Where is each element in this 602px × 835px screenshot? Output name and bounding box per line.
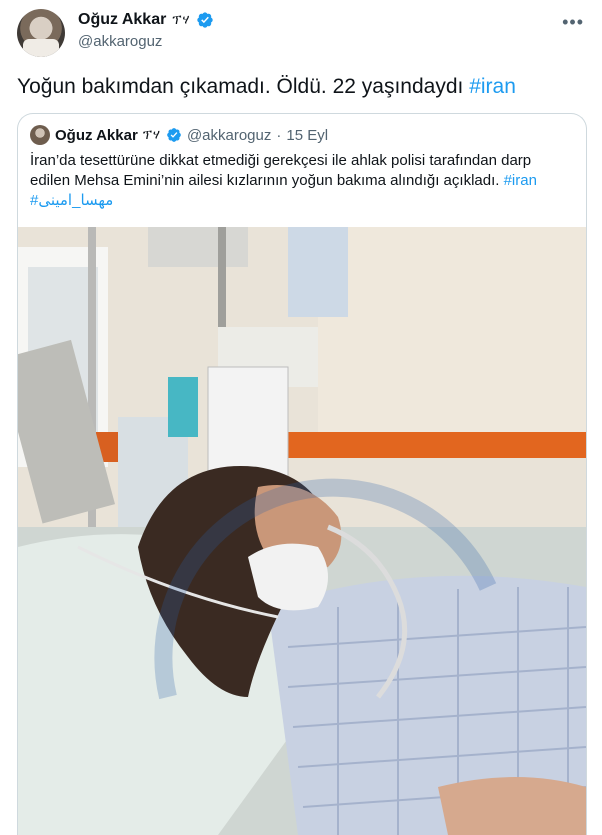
quoted-name-suffix: ፕሃ [142, 127, 161, 142]
verified-badge-icon [197, 12, 214, 28]
quoted-author-name: Oğuz Akkar [55, 126, 138, 144]
quoted-photo[interactable] [18, 227, 586, 835]
tweet-text: Yoğun bakımdan çıkamadı. Öldü. 22 yaşınd… [17, 73, 516, 101]
quoted-hashtag-fa[interactable]: #مهسا_امینی [30, 192, 113, 209]
hospital-photo-illustration [18, 227, 586, 835]
quoted-handle: @akkaroguz [186, 126, 272, 144]
quoted-avatar [30, 125, 50, 145]
quoted-separator: · [276, 126, 282, 144]
tweet-header: Oğuz Akkar ፕሃ @akkaroguz ••• [0, 0, 602, 60]
quoted-body: İran’da tesettürüne dikkat etmediği gere… [30, 152, 532, 189]
quoted-tweet[interactable]: Oğuz Akkar ፕሃ @akkaroguz · 15 Eyl İran’d… [17, 113, 587, 835]
tweet-hashtag-link[interactable]: #iran [469, 75, 516, 98]
more-options-icon[interactable]: ••• [562, 12, 584, 33]
quoted-header: Oğuz Akkar ፕሃ @akkaroguz · 15 Eyl [30, 125, 328, 145]
author-name-suffix: ፕሃ [172, 12, 191, 27]
author-avatar[interactable] [17, 9, 65, 57]
verified-badge-icon [167, 128, 181, 142]
quoted-text: İran’da tesettürüne dikkat etmediği gere… [30, 151, 570, 211]
quoted-date[interactable]: 15 Eyl [286, 127, 328, 144]
author-name-row: Oğuz Akkar ፕሃ [78, 11, 214, 29]
quoted-hashtag-iran[interactable]: #iran [504, 172, 537, 189]
tweet-body: Yoğun bakımdan çıkamadı. Öldü. 22 yaşınd… [17, 75, 470, 98]
author-handle[interactable]: @akkaroguz [78, 33, 162, 50]
author-name[interactable]: Oğuz Akkar [78, 11, 166, 29]
